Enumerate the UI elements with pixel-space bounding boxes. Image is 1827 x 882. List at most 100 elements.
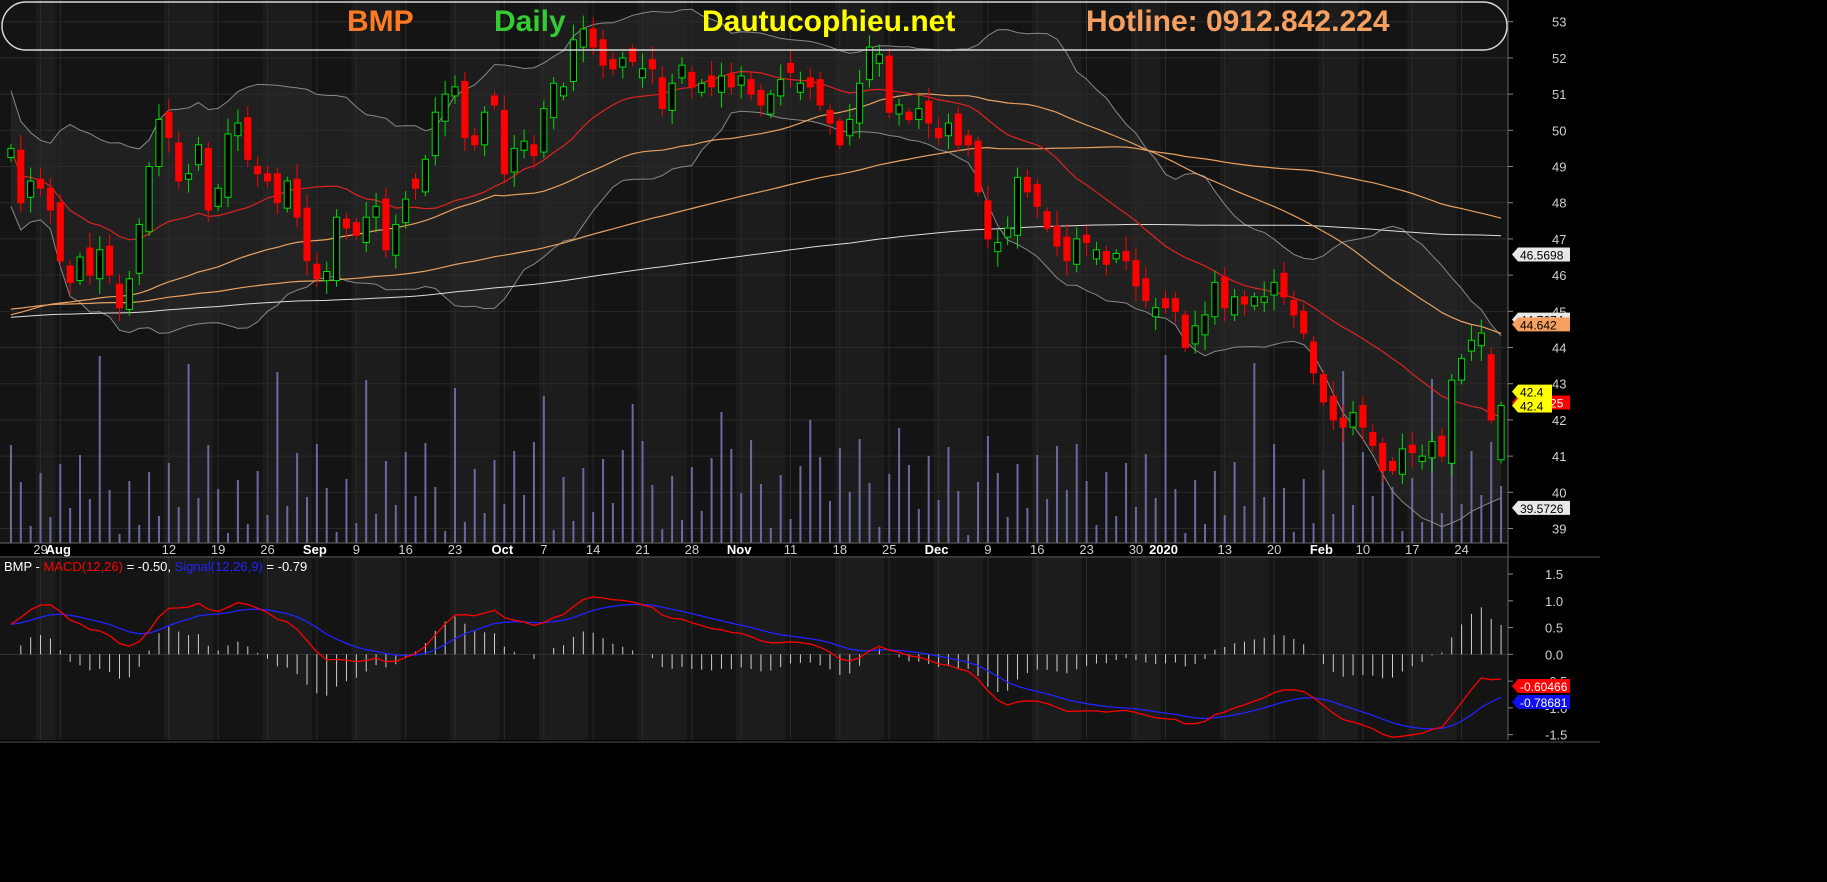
price-axis-label: 47 (1552, 232, 1566, 247)
candle-body (481, 111, 489, 146)
candle-body (1428, 441, 1436, 459)
candle-body (1073, 238, 1081, 265)
candle-body (698, 82, 706, 93)
candle-body (76, 256, 84, 282)
candle-body (1280, 272, 1288, 298)
candle-body (550, 82, 558, 119)
candle-body (984, 200, 992, 240)
time-axis-label: 13 (1218, 542, 1232, 557)
time-axis-label: 7 (540, 542, 547, 557)
candle-body (1349, 412, 1357, 428)
macd-value-tag: -0.78681 (1512, 695, 1570, 710)
candle-body (1388, 461, 1397, 472)
price-axis-label: 41 (1552, 449, 1566, 464)
candle-body (1013, 176, 1022, 236)
price-axis-label: 46 (1552, 268, 1566, 283)
candle-body (1240, 296, 1249, 305)
candle-body (806, 77, 814, 88)
period-label: Daily (494, 5, 566, 38)
candle-body (1132, 260, 1140, 287)
candle-body (1004, 227, 1012, 238)
candle-body (944, 122, 952, 137)
week-band (262, 556, 312, 740)
candle-body (1083, 234, 1091, 244)
candle-body (767, 93, 775, 115)
candle-body (1379, 442, 1387, 472)
candle-body (1329, 395, 1337, 421)
candle-body (865, 46, 874, 81)
week-band (35, 0, 56, 543)
candle-body (658, 77, 666, 110)
candle-body (1369, 432, 1377, 446)
time-axis-label: 25 (882, 542, 896, 557)
candle-body (1497, 404, 1505, 461)
candle-body (1122, 251, 1130, 262)
time-axis-label: 21 (635, 542, 649, 557)
candle-body (816, 79, 824, 106)
candle-body (56, 202, 64, 262)
candle-body (954, 113, 962, 146)
time-axis-label: 16 (398, 542, 412, 557)
macd-axis-label: 1.0 (1545, 594, 1563, 609)
price-axis-label: 48 (1552, 196, 1566, 211)
price-tag: 46.5698 (1512, 247, 1570, 262)
candle-body (885, 55, 893, 113)
candle-body (36, 178, 45, 189)
candle-body (451, 86, 459, 97)
candle-body (1310, 341, 1318, 374)
candle-body (1339, 417, 1347, 428)
candle-body (1250, 296, 1258, 307)
candle-body (856, 82, 864, 124)
candle-body (263, 173, 272, 182)
candle-body (688, 71, 696, 88)
candle-body (7, 147, 15, 158)
candle (1497, 401, 1505, 464)
candle-body (619, 57, 627, 68)
candle-body (1398, 448, 1406, 475)
candle-body (737, 75, 745, 86)
candle-body (1181, 314, 1189, 349)
week-band (1318, 556, 1358, 740)
candle-body (1487, 354, 1495, 421)
candle (421, 154, 429, 197)
time-axis-label: 26 (260, 542, 274, 557)
candle-body (589, 28, 597, 48)
price-axis-label: 53 (1552, 15, 1566, 30)
week-band (933, 556, 983, 740)
candle-body (875, 53, 883, 64)
candle (333, 209, 341, 287)
time-axis-label: 2020 (1149, 542, 1178, 557)
candle-body (935, 128, 943, 139)
time-axis-label: 10 (1356, 542, 1370, 557)
candle-body (372, 205, 380, 218)
candle (1487, 347, 1495, 424)
candle-body (441, 93, 449, 122)
candle-body (708, 75, 716, 88)
candle-body (1221, 276, 1229, 309)
price-tag-text: 42.4 (1520, 386, 1544, 400)
candle (1319, 370, 1327, 407)
macd-axis-label: 1.5 (1545, 567, 1563, 582)
candle-body (46, 187, 54, 211)
candle-body (846, 118, 854, 137)
stock-chart[interactable]: 39404142434445464748495051525346.569844.… (0, 0, 1827, 882)
price-tag-text: 42.4 (1520, 399, 1544, 413)
candle (283, 176, 291, 213)
candle-body (431, 111, 439, 157)
time-axis-label: 9 (984, 542, 991, 557)
candle-body (1092, 249, 1101, 260)
candle-body (905, 111, 913, 120)
price-tag: 42.4 (1512, 398, 1552, 413)
candle (1448, 373, 1456, 475)
candle-body (293, 178, 301, 218)
candle-body (273, 173, 281, 204)
candle-body (135, 223, 143, 274)
candle-body (1418, 455, 1426, 463)
candle-body (1102, 251, 1110, 265)
candle (836, 116, 844, 150)
price-tag: 42.4 (1512, 384, 1552, 400)
time-axis-label: 17 (1405, 542, 1419, 557)
candle-body (362, 216, 370, 244)
candle-body (786, 62, 795, 73)
candle-body (1142, 278, 1150, 301)
